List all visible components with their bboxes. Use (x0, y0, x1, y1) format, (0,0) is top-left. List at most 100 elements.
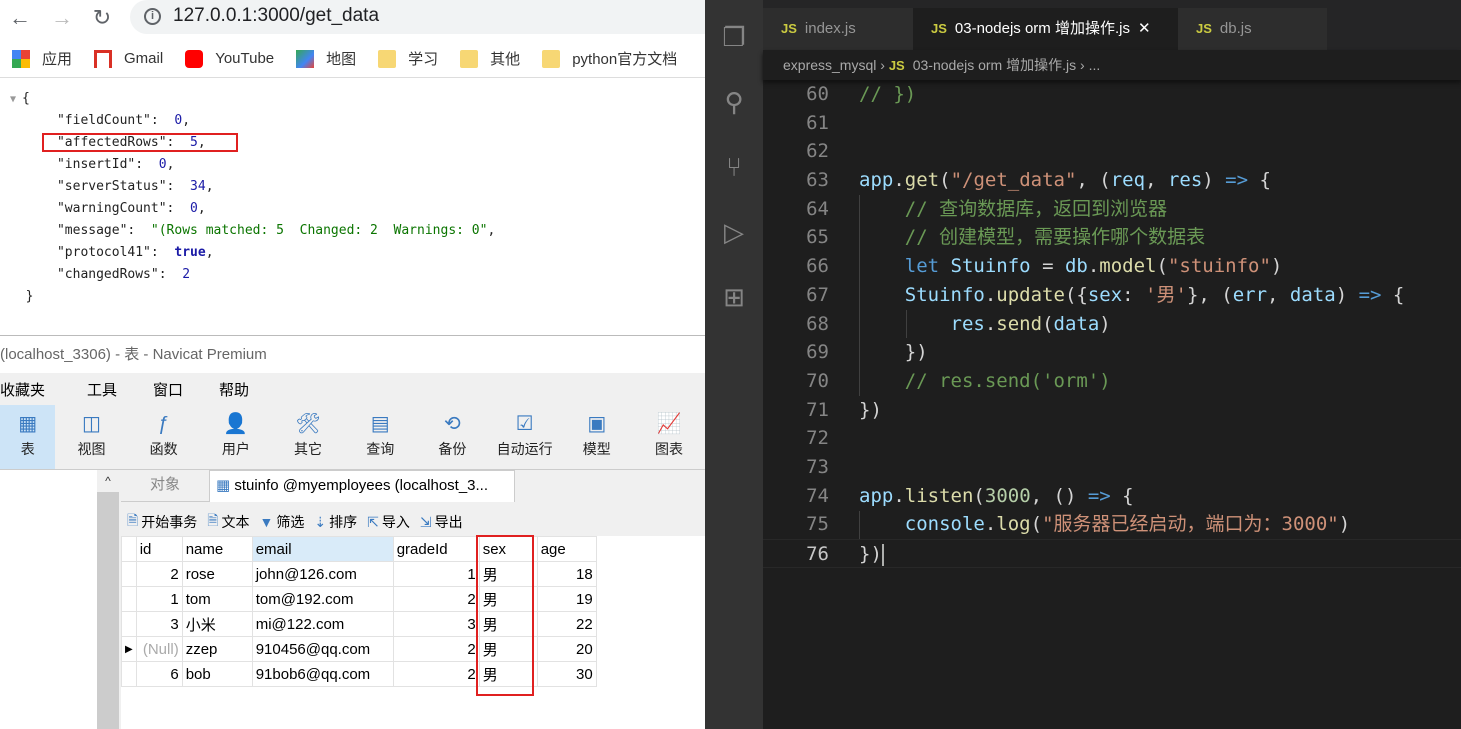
code-token: , (1267, 283, 1290, 306)
line-number: 65 (806, 226, 829, 249)
bookmark-item[interactable]: 学习 (378, 48, 438, 69)
json-key: "changedRows" (56, 267, 159, 282)
cell-id[interactable]: 2 (135, 561, 183, 587)
menu-help[interactable]: 帮助 (219, 379, 249, 400)
action-button[interactable]: ⇲ 导出 (420, 512, 463, 532)
forward-button[interactable]: → (48, 4, 76, 32)
cell-id[interactable]: 3 (135, 611, 183, 637)
cell-age[interactable]: 20 (536, 636, 597, 662)
sidebar-scrollbar[interactable]: ^ (97, 470, 119, 729)
tab-db-js[interactable]: JS db.js (1178, 8, 1327, 50)
cell-gradeId[interactable]: 2 (392, 586, 480, 612)
action-button[interactable]: ▼ 筛选 (260, 512, 305, 532)
toolbar-user[interactable]: 👤 用户 (200, 405, 272, 469)
toolbar-chart[interactable]: 📈 图表 (633, 405, 705, 469)
cell-age[interactable]: 22 (536, 611, 597, 637)
breadcrumb-file[interactable]: 03-nodejs orm 增加操作.js (913, 57, 1076, 73)
action-button[interactable]: 🗎 文本 (207, 510, 249, 534)
action-button[interactable]: ⇣ 排序 (314, 512, 357, 532)
menu-window[interactable]: 窗口 (153, 379, 183, 400)
cell-name[interactable]: tom (181, 586, 253, 612)
column-header[interactable]: gradeId (392, 536, 480, 562)
toolbar-tools[interactable]: 🛠 其它 (272, 405, 344, 469)
code-line: 72 (763, 424, 1461, 453)
breadcrumb-folder[interactable]: express_mysql (783, 57, 876, 73)
row-marker[interactable] (121, 661, 137, 687)
action-button[interactable]: 🗎 开始事务 (127, 510, 197, 534)
cell-name[interactable]: rose (181, 561, 253, 587)
cell-gradeId[interactable]: 3 (392, 611, 480, 637)
scroll-up-icon[interactable]: ^ (97, 470, 119, 492)
toolbar-view[interactable]: ◫ 视图 (55, 405, 127, 469)
code-token: data (1053, 312, 1100, 335)
row-marker[interactable] (121, 586, 137, 612)
info-icon[interactable]: i (144, 8, 161, 25)
column-header[interactable]: age (536, 536, 597, 562)
bookmark-item[interactable]: 地图 (296, 48, 356, 69)
bookmark-item[interactable]: 应用 (12, 48, 72, 69)
code-token: console (904, 513, 985, 536)
tab-index-js[interactable]: JS index.js (763, 8, 913, 50)
bookmark-item[interactable]: YouTube (185, 49, 274, 68)
menu-favorites[interactable]: 收藏夹 (0, 379, 45, 400)
code-line: 65 // 创建模型，需要操作哪个数据表 (763, 223, 1461, 252)
back-button[interactable]: ← (6, 4, 34, 32)
cell-age[interactable]: 19 (536, 586, 597, 612)
code-token: . (1087, 255, 1100, 278)
cell-email[interactable]: 910456@qq.com (251, 636, 394, 662)
cell-email[interactable]: tom@192.com (251, 586, 394, 612)
toolbar-query[interactable]: ▤ 查询 (344, 405, 416, 469)
code-line: 67 Stuinfo.update({sex: '男'}, (err, data… (763, 281, 1461, 310)
bookmark-item[interactable]: python官方文档 (542, 48, 677, 69)
cell-id[interactable]: 1 (135, 586, 183, 612)
code-editor[interactable]: 60// }) 61 62 63 app.get("/get_data", (req, … (763, 80, 1461, 568)
source-control-icon[interactable]: ⑂ (717, 150, 751, 184)
cell-age[interactable]: 18 (536, 561, 597, 587)
extensions-icon[interactable]: ⊞ (717, 280, 751, 314)
address-bar[interactable]: i 127.0.0.1:3000/get_data (130, 0, 705, 34)
cell-email[interactable]: 91bob6@qq.com (251, 661, 394, 687)
cell-gradeId[interactable]: 2 (392, 661, 480, 687)
action-button[interactable]: ⇱ 导入 (367, 512, 410, 532)
bookmark-item[interactable]: 其他 (460, 48, 520, 69)
breadcrumb-symbol[interactable]: ... (1089, 57, 1101, 73)
cell-gradeId[interactable]: 2 (392, 636, 480, 662)
column-header[interactable]: name (181, 536, 253, 562)
cell-id[interactable]: 6 (135, 661, 183, 687)
reload-button[interactable]: ↻ (88, 4, 116, 32)
action-icon: ▼ (259, 514, 274, 530)
tab-orm-js[interactable]: JS 03-nodejs orm 增加操作.js ✕ (913, 8, 1178, 50)
cell-email[interactable]: john@126.com (251, 561, 394, 587)
code-token: . (984, 283, 997, 306)
toolbar-label: 视图 (77, 441, 106, 457)
toolbar-table[interactable]: ▦ 表 (0, 405, 56, 469)
toolbar-model[interactable]: ▣ 模型 (561, 405, 633, 469)
close-icon[interactable]: ✕ (1138, 20, 1151, 37)
cell-name[interactable]: bob (181, 661, 253, 687)
cell-id[interactable]: (Null) (135, 636, 183, 662)
code-token: "/get_data" (950, 169, 1077, 192)
object-sidebar (0, 470, 97, 729)
column-header[interactable]: email (251, 536, 394, 562)
explorer-icon[interactable]: ❐ (717, 20, 751, 54)
cell-name[interactable]: zzep (181, 636, 253, 662)
column-header[interactable]: id (135, 536, 183, 562)
toolbar-backup[interactable]: ⟲ 备份 (416, 405, 488, 469)
row-marker[interactable]: ▶ (121, 636, 137, 662)
row-marker[interactable] (121, 561, 137, 587)
cell-gradeId[interactable]: 1 (392, 561, 480, 587)
search-icon[interactable]: ⚲ (717, 85, 751, 119)
menu-tools[interactable]: 工具 (87, 379, 117, 400)
row-marker[interactable] (121, 611, 137, 637)
toolbar-function[interactable]: ƒ 函数 (128, 405, 200, 469)
cell-name[interactable]: 小米 (181, 611, 253, 637)
cell-email[interactable]: mi@122.com (251, 611, 394, 637)
code-token: get (904, 169, 940, 192)
tab-stuinfo[interactable]: ▦ stuinfo @myemployees (localhost_3... (209, 470, 515, 502)
cell-age[interactable]: 30 (536, 661, 597, 687)
toolbar-schedule[interactable]: ☑ 自动运行 (489, 405, 561, 469)
debug-icon[interactable]: ▷ (717, 215, 751, 249)
bookmark-item[interactable]: Gmail (94, 49, 163, 68)
tab-objects[interactable]: 对象 (121, 470, 209, 502)
action-label: 导出 (434, 514, 463, 530)
